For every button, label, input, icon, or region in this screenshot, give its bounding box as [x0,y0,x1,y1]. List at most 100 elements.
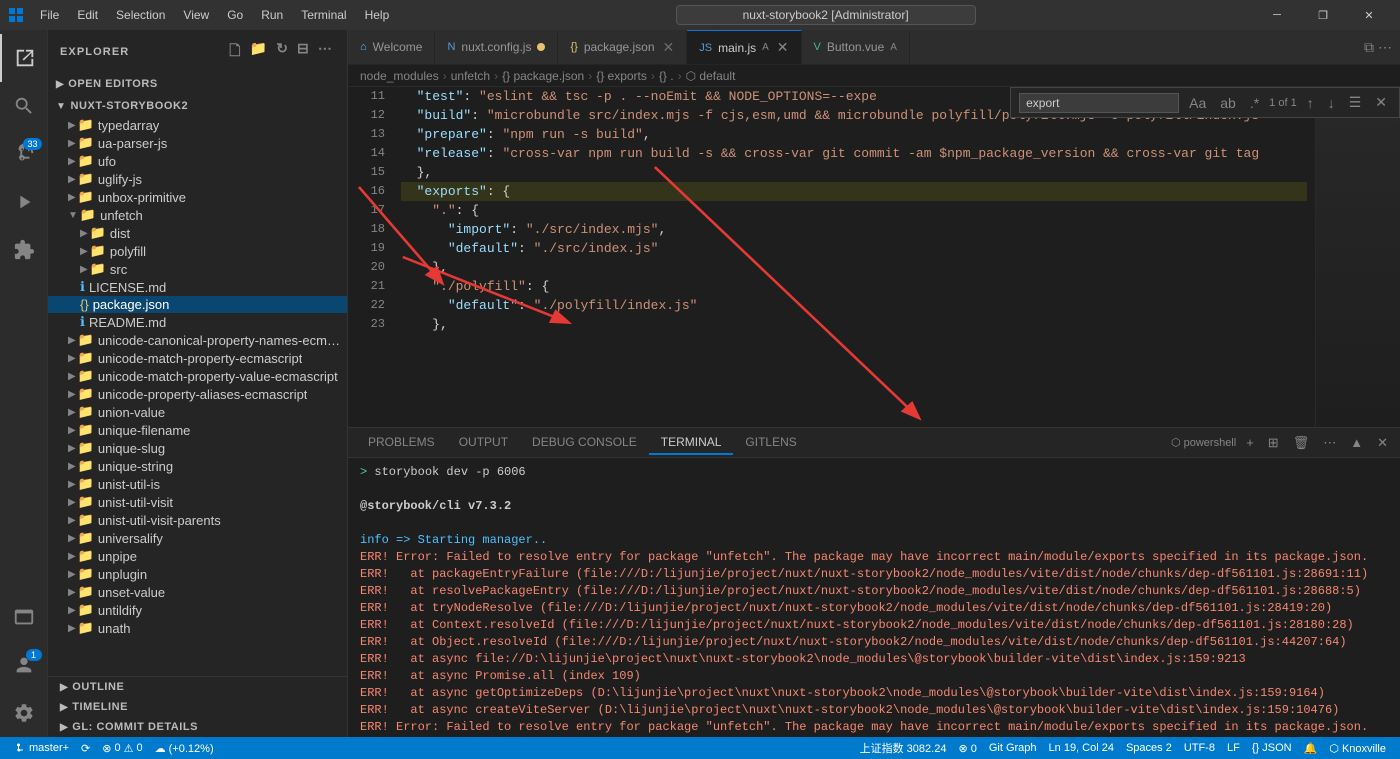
prev-result-btn[interactable]: ↑ [1303,93,1318,113]
tab-close-btn[interactable]: ✕ [777,39,789,56]
search-input[interactable] [1019,93,1179,113]
tree-item-readme-md[interactable]: ℹREADME.md [48,313,347,331]
next-result-btn[interactable]: ↓ [1324,93,1339,113]
tab-close-btn[interactable]: ✕ [663,39,675,56]
tree-item-src[interactable]: ▶📁src [48,260,347,278]
new-folder-icon[interactable]: 📁 [248,38,271,66]
tree-item-unpipe[interactable]: ▶📁unpipe [48,547,347,565]
git-branch-status[interactable]: master+ [8,737,75,759]
breadcrumb-default[interactable]: ⬡ default [686,69,736,83]
tree-item-typedarray[interactable]: ▶📁typedarray [48,116,347,134]
menu-terminal[interactable]: Terminal [293,6,354,24]
breadcrumb-package-json[interactable]: {} package.json [502,69,584,83]
title-search[interactable]: nuxt-storybook2 [Administrator] [676,5,976,25]
split-editor-icon[interactable]: ⧉ [1364,39,1374,56]
tree-item-unicode-canonical-property-names-ecmascript[interactable]: ▶📁unicode-canonical-property-names-ecmas… [48,331,347,349]
tab-problems[interactable]: PROBLEMS [356,431,447,455]
accounts-activity-icon[interactable]: 1 [0,641,48,689]
menu-file[interactable]: File [32,6,67,24]
breadcrumb-exports[interactable]: {} exports [596,69,647,83]
source-control-activity-icon[interactable]: 33 [0,130,48,178]
new-file-icon[interactable]: 🗋 [227,38,243,66]
error-count-status[interactable]: ⊗ 0 [952,737,982,759]
tree-item-union-value[interactable]: ▶📁union-value [48,403,347,421]
remote-status[interactable]: ⬡ Knoxville [1323,737,1392,759]
kill-terminal-btn[interactable]: 🗑 [1289,433,1314,453]
gl-commit-details-section[interactable]: ▶ GL: COMMIT DETAILS [48,717,347,737]
tab-debug-console[interactable]: DEBUG CONSOLE [520,431,649,455]
sync-status[interactable]: ⟳ [75,737,96,759]
tree-item-unist-util-is[interactable]: ▶📁unist-util-is [48,475,347,493]
tree-item-uglify-js[interactable]: ▶📁uglify-js [48,170,347,188]
tree-item-unplugin[interactable]: ▶📁unplugin [48,565,347,583]
tree-item-untildify[interactable]: ▶📁untildify [48,601,347,619]
tree-item-unicode-property-aliases-ecmascript[interactable]: ▶📁unicode-property-aliases-ecmascript [48,385,347,403]
terminal-content[interactable]: > storybook dev -p 6006 @storybook/cli v… [348,458,1400,737]
breadcrumb-unfetch[interactable]: unfetch [451,69,490,83]
maximize-panel-btn[interactable]: ▲ [1346,433,1367,452]
more-tabs-icon[interactable]: ⋯ [1378,39,1392,56]
minimize-button[interactable]: ─ [1254,0,1300,30]
line-ending-status[interactable]: LF [1221,737,1246,759]
tab-package-json[interactable]: {}package.json✕ [558,30,687,64]
cursor-position-status[interactable]: Ln 19, Col 24 [1043,737,1120,759]
git-graph-status[interactable]: Git Graph [983,737,1043,759]
tab-nuxt-config-js[interactable]: Nnuxt.config.js [435,30,558,64]
menu-selection[interactable]: Selection [108,6,173,24]
tree-item-unique-string[interactable]: ▶📁unique-string [48,457,347,475]
extensions-activity-icon[interactable] [0,226,48,274]
tab-output[interactable]: OUTPUT [447,431,520,455]
tree-item-ua-parser-js[interactable]: ▶📁ua-parser-js [48,134,347,152]
close-button[interactable]: ✕ [1346,0,1392,30]
open-editors-header[interactable]: ▶ Open Editors [48,74,347,94]
tab-gitlens[interactable]: GITLENS [733,431,808,455]
whole-word-btn[interactable]: ab [1216,93,1240,113]
regex-btn[interactable]: .* [1246,93,1263,113]
tree-item-universalify[interactable]: ▶📁universalify [48,529,347,547]
tree-item-unique-slug[interactable]: ▶📁unique-slug [48,439,347,457]
timeline-section[interactable]: ▶ Timeline [48,697,347,717]
search-activity-icon[interactable] [0,82,48,130]
refresh-icon[interactable]: ↻ [274,38,291,66]
remote-activity-icon[interactable] [0,593,48,641]
tree-item-unfetch[interactable]: ▼📁unfetch [48,206,347,224]
tree-item-unicode-match-property-ecmascript[interactable]: ▶📁unicode-match-property-ecmascript [48,349,347,367]
notifications-status[interactable]: 🔔 [1298,737,1324,759]
close-search-btn[interactable]: ✕ [1371,92,1391,113]
tab-button-vue[interactable]: VButton.vueA [802,30,910,64]
select-all-results-btn[interactable]: ☰ [1345,92,1366,113]
tree-item-polyfill[interactable]: ▶📁polyfill [48,242,347,260]
stock-index-status[interactable]: 上证指数 3082.24 [854,737,953,759]
breadcrumb-node-modules[interactable]: node_modules [360,69,439,83]
encoding-status[interactable]: UTF-8 [1178,737,1221,759]
close-panel-btn[interactable]: ✕ [1373,433,1392,453]
collapse-icon[interactable]: ⊟ [295,38,312,66]
tree-item-unist-util-visit-parents[interactable]: ▶📁unist-util-visit-parents [48,511,347,529]
tree-item-unbox-primitive[interactable]: ▶📁unbox-primitive [48,188,347,206]
tab-welcome[interactable]: ⌂Welcome [348,30,435,64]
split-terminal-btn[interactable]: ⊞ [1264,433,1283,453]
menu-go[interactable]: Go [219,6,251,24]
menu-help[interactable]: Help [357,6,398,24]
menu-view[interactable]: View [175,6,217,24]
tree-item-package-json[interactable]: {}package.json [48,296,347,313]
menu-edit[interactable]: Edit [69,6,106,24]
tree-item-ufo[interactable]: ▶📁ufo [48,152,347,170]
more-actions-icon[interactable]: ⋯ [316,38,335,66]
tree-item-license-md[interactable]: ℹLICENSE.md [48,278,347,296]
add-terminal-btn[interactable]: + [1242,433,1258,452]
tab-terminal[interactable]: TERMINAL [649,431,734,455]
tab-main-js[interactable]: JSmain.jsA✕ [687,30,801,64]
settings-activity-icon[interactable] [0,689,48,737]
outline-section[interactable]: ▶ Outline [48,677,347,697]
menu-run[interactable]: Run [253,6,291,24]
tree-item-unist-util-visit[interactable]: ▶📁unist-util-visit [48,493,347,511]
errors-warnings[interactable]: ⊗ 0 ⚠ 0 [96,737,148,759]
tree-item-unique-filename[interactable]: ▶📁unique-filename [48,421,347,439]
project-header[interactable]: ▼ NUXT-STORYBOOK2 [48,96,347,116]
run-debug-activity-icon[interactable] [0,178,48,226]
case-sensitive-btn[interactable]: Aa [1185,93,1210,113]
language-mode-status[interactable]: {} JSON [1246,737,1298,759]
code-content[interactable]: "test": "eslint && tsc -p . --noEmit && … [393,87,1315,427]
terminal-more-btn[interactable]: ⋯ [1319,433,1340,453]
